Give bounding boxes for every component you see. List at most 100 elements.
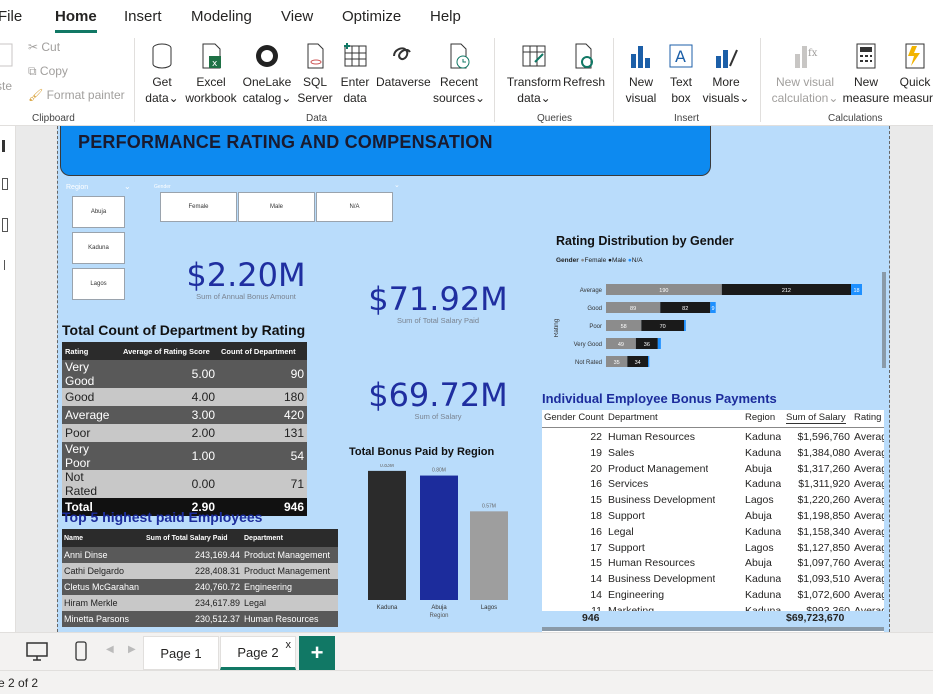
onelake-label-1: OneLake [242,75,292,89]
model-view-icon[interactable] [2,218,8,232]
table-row[interactable]: Hiram Merkle 234,617.89 Legal [62,595,338,611]
column-header[interactable]: Rating [854,412,884,423]
format-painter-button[interactable]: 🖌 Format painter [28,88,125,102]
column-header[interactable]: Count of Department [218,342,307,360]
chevron-down-icon[interactable]: ⌄ [394,181,400,189]
close-icon[interactable]: x [286,639,292,651]
table-row[interactable]: 19 Sales Kaduna $1,384,080 Average [542,446,884,462]
table-row[interactable]: Anni Dinse 243,169.44 Product Management [62,547,338,563]
enter-data-button[interactable]: Enter data [337,42,373,106]
chevron-down-icon[interactable]: ⌄ [124,182,131,191]
copy-button[interactable]: ⧉ Copy [28,64,68,79]
quick-measure-button[interactable]: Quick measure [893,42,933,106]
table-row[interactable]: 22 Human Resources Kaduna $1,596,760 Average [542,430,884,446]
table-row[interactable]: Very Good 5.00 90 [62,360,307,388]
column-header[interactable]: Region [745,412,775,423]
table-row[interactable]: Not Rated 0.00 71 [62,470,307,498]
prev-page-icon[interactable]: ◀ [106,644,114,655]
region-option-lagos[interactable]: Lagos [72,268,125,300]
bar-segment [648,356,650,367]
column-header[interactable]: Sum of Total Salary Paid [144,529,242,547]
menu-insert[interactable]: Insert [124,8,162,25]
menu-view[interactable]: View [281,8,313,25]
table-row[interactable]: 17 Support Lagos $1,127,850 Average [542,541,884,557]
column-header[interactable]: Department [242,529,338,547]
table-row[interactable]: 15 Human Resources Abuja $1,097,760 Average [542,556,884,572]
table-row[interactable]: 14 Business Development Kaduna $1,093,510 Av… [542,572,884,588]
onelake-catalog-button[interactable]: OneLake catalog⌄ [242,42,292,106]
more-visuals-label-2: visuals [702,91,740,105]
table-row[interactable]: 14 Engineering Kaduna $1,072,600 Average [542,588,884,604]
table-row[interactable]: Average 3.00 420 [62,406,307,424]
excel-icon: x [202,43,221,69]
table-row[interactable]: Very Poor 1.00 54 [62,442,307,470]
column-header[interactable]: Rating [62,342,120,360]
table-row[interactable]: Poor 2.00 131 [62,424,307,442]
data-label: 49 [618,342,624,348]
add-page-button[interactable]: + [299,636,335,670]
cut-button[interactable]: ✂ Cut [28,40,60,54]
table-view-icon[interactable] [2,178,8,190]
new-measure-button[interactable]: New measure [842,42,890,106]
transform-data-button[interactable]: Transform data⌄ [503,42,565,106]
employee-table-title: Individual Employee Bonus Payments [542,391,777,406]
chart-scrollbar[interactable] [882,272,886,368]
report-view-icon[interactable] [2,140,5,152]
desktop-layout-icon[interactable] [26,642,48,662]
more-visuals-button[interactable]: More visuals⌄ [701,42,751,106]
get-data-button[interactable]: Get data⌄ [143,42,181,106]
table-row[interactable]: Cathi Delgardo 228,408.31 Product Manageme… [62,563,338,579]
table-cell: 240,760.72 [144,579,242,595]
gender-option-na[interactable]: N/A [316,192,393,222]
gender-option-female[interactable]: Female [160,192,237,222]
table-row[interactable]: Cletus McGarahan 240,760.72 Engineering [62,579,338,595]
column-header[interactable]: Average of Rating Score [120,342,218,360]
column-header[interactable]: Sum of Salary [786,412,846,424]
table-row[interactable]: 16 Services Kaduna $1,311,920 Average [542,477,884,493]
table-row[interactable]: 15 Business Development Lagos $1,220,260 Ave… [542,493,884,509]
menu-help[interactable]: Help [430,8,461,25]
gender-option-male[interactable]: Male [238,192,315,222]
excel-workbook-button[interactable]: x Excel workbook [184,42,238,106]
table-row[interactable]: Good 4.00 180 [62,388,307,406]
new-visual-calculation-button[interactable]: fx New visual calculation⌄ [768,42,842,106]
column-header[interactable]: Gender Count [544,412,604,423]
visual-calc-label-2: calculation [771,91,829,105]
text-box-button[interactable]: A Text box [664,42,698,106]
dax-view-icon[interactable] [2,260,5,270]
recent-sources-button[interactable]: Recent sources⌄ [432,42,486,106]
table-row[interactable]: Minetta Parsons 230,512.37 Human Resources [62,611,338,627]
table-cell: 230,512.37 [144,611,242,627]
menu-modeling[interactable]: Modeling [191,8,252,25]
tab-page-1[interactable]: Page 1 [143,636,219,670]
calculations-group-label: Calculations [828,113,883,124]
table-row[interactable]: 18 Support Abuja $1,198,850 Average [542,509,884,525]
table-cell: $1,198,850 [797,510,850,522]
mobile-layout-icon[interactable] [75,641,87,661]
legend-female: Female [584,257,607,264]
table-cell: Business Development [608,573,716,586]
dataverse-button[interactable]: Dataverse [376,42,431,90]
menu-file[interactable]: File [0,8,22,25]
next-page-icon[interactable]: ▶ [128,644,136,655]
menu-optimize[interactable]: Optimize [342,8,401,25]
paste-button[interactable]: ste [0,40,16,93]
sql-server-button[interactable]: SQL Server [296,42,334,106]
refresh-button[interactable]: Refresh [562,42,606,90]
column-header[interactable]: Department [608,412,658,423]
new-visual-button[interactable]: New visual [622,42,660,106]
table-scrollbar[interactable] [542,627,884,631]
data-label: 36 [644,342,650,348]
region-option-abuja[interactable]: Abuja [72,196,125,228]
region-option-kaduna[interactable]: Kaduna [72,232,125,264]
column-header[interactable]: Name [62,529,144,547]
tab-page-2[interactable]: Page 2 x [220,636,296,670]
bar [420,475,458,600]
dataverse-icon [393,47,411,60]
table-row[interactable]: 16 Legal Kaduna $1,158,340 Average [542,525,884,541]
transform-label-1: Transform [506,75,562,89]
table-cell: Abuja [745,462,772,475]
menu-home[interactable]: Home [55,8,97,33]
data-label: 82 [682,306,688,312]
table-row[interactable]: 20 Product Management Abuja $1,317,260 Avera… [542,462,884,478]
